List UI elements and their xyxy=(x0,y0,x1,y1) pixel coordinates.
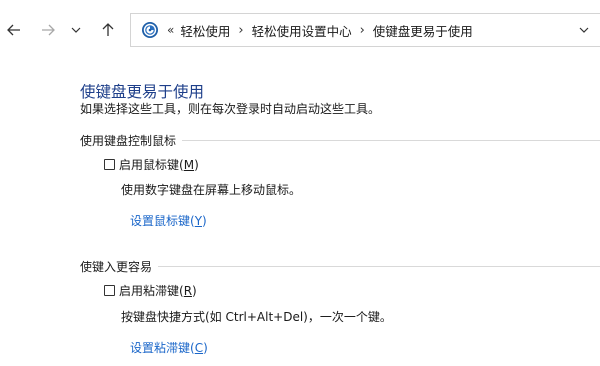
section-header-typing: 使键入更容易 xyxy=(80,260,153,274)
section-divider xyxy=(158,266,600,267)
recent-locations-button[interactable] xyxy=(66,18,86,42)
setup-sticky-keys-link[interactable]: 设置粘滞键(C) xyxy=(130,339,208,356)
breadcrumb-ease-of-access[interactable]: 轻松使用 xyxy=(180,21,230,40)
mouse-keys-checkbox-row[interactable]: 启用鼠标键(M) xyxy=(104,156,199,173)
chevron-down-icon xyxy=(579,27,589,33)
sticky-keys-checkbox[interactable] xyxy=(104,285,115,296)
address-dropdown-button[interactable] xyxy=(576,22,592,38)
ease-of-access-icon xyxy=(139,19,161,41)
breadcrumb-ease-of-access-center[interactable]: 轻松使用设置中心 xyxy=(252,21,352,40)
page-description: 如果选择这些工具，则在每次登录时自动启动这些工具。 xyxy=(80,102,381,116)
chevron-down-icon xyxy=(71,27,81,33)
mouse-keys-description: 使用数字键盘在屏幕上移动鼠标。 xyxy=(121,183,302,197)
breadcrumb-separator[interactable]: › xyxy=(360,23,365,38)
forward-button[interactable] xyxy=(36,18,60,42)
breadcrumb-separator[interactable]: › xyxy=(238,23,243,38)
sticky-keys-description: 按键盘快捷方式(如 Ctrl+Alt+Del)，一次一个键。 xyxy=(121,310,392,324)
mouse-keys-checkbox[interactable] xyxy=(104,159,115,170)
arrow-up-icon xyxy=(102,23,114,36)
up-button[interactable] xyxy=(96,18,120,42)
section-divider xyxy=(182,140,600,141)
navigation-bar: « 轻松使用 › 轻松使用设置中心 › 使键盘更易于使用 xyxy=(0,0,600,60)
page-title: 使键盘更易于使用 xyxy=(80,83,205,101)
sticky-keys-checkbox-row[interactable]: 启用粘滞键(R) xyxy=(104,282,197,299)
mouse-keys-label: 启用鼠标键(M) xyxy=(119,158,199,172)
setup-mouse-keys-link[interactable]: 设置鼠标键(Y) xyxy=(130,212,207,229)
address-bar[interactable]: « 轻松使用 › 轻松使用设置中心 › 使键盘更易于使用 xyxy=(130,13,600,47)
arrow-right-icon xyxy=(42,24,55,36)
section-header-mouse: 使用键盘控制鼠标 xyxy=(80,134,177,148)
breadcrumb-keyboard-easier[interactable]: 使键盘更易于使用 xyxy=(373,21,473,40)
back-button[interactable] xyxy=(2,18,26,42)
arrow-left-icon xyxy=(7,24,20,36)
overflow-crumb[interactable]: « xyxy=(167,23,174,37)
sticky-keys-label: 启用粘滞键(R) xyxy=(119,284,197,298)
